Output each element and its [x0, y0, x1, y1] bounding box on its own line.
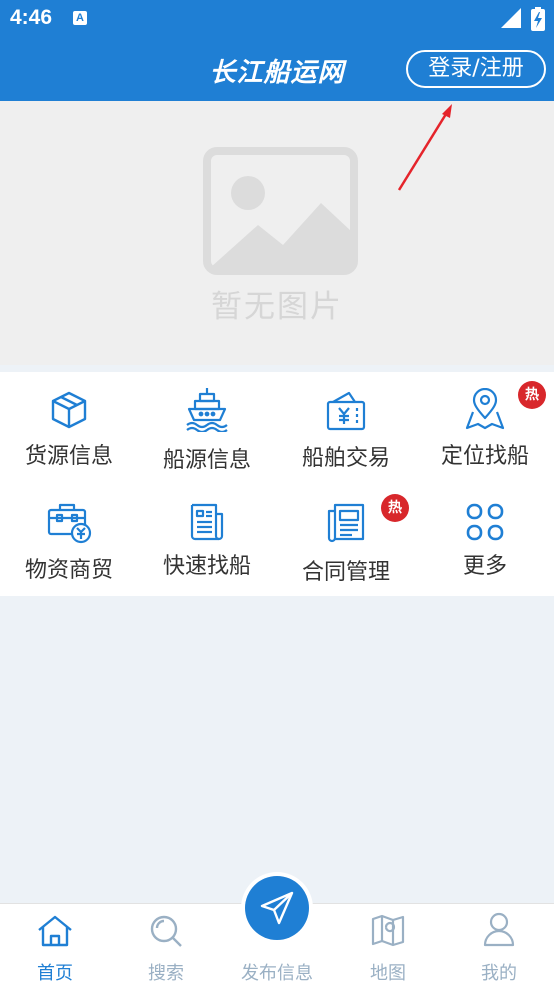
status-time: 4:46 — [10, 6, 53, 29]
nav-item-map[interactable]: 地图 — [333, 904, 443, 984]
map-icon — [371, 914, 405, 947]
home-icon — [38, 915, 72, 947]
yen-wallet-icon — [326, 391, 366, 431]
nav-label-home: 首页 — [37, 963, 73, 984]
hot-badge: 热 — [518, 381, 546, 409]
menu-label-material-trade: 物资商贸 — [24, 558, 113, 583]
publish-button[interactable] — [245, 876, 309, 940]
search-icon — [150, 915, 182, 947]
menu-item-material-trade[interactable]: 物资商贸 — [0, 492, 138, 602]
notification-a-icon: A — [73, 11, 87, 25]
menu-item-more[interactable]: 更多 — [416, 492, 554, 602]
menu-label-cargo: 货源信息 — [24, 444, 113, 469]
status-bar: 4:46 A — [0, 0, 554, 38]
hot-badge: 热 — [381, 494, 409, 522]
menu-item-ship-trade[interactable]: 船舶交易 — [277, 380, 415, 490]
battery-charging-icon — [531, 7, 545, 31]
contract-icon — [327, 503, 365, 543]
feature-menu: 货源信息 船源信息 船舶交易 定位找船 热 物资商贸 快速找船 合同管理 热 更… — [0, 372, 554, 596]
no-image-text: 暂无图片 — [211, 289, 343, 325]
map-pin-icon — [465, 388, 505, 430]
menu-label-ship-trade: 船舶交易 — [301, 446, 390, 471]
menu-label-quick-find: 快速找船 — [162, 554, 251, 579]
menu-label-contract: 合同管理 — [301, 560, 390, 585]
menu-label-locate-ship: 定位找船 — [440, 444, 529, 469]
menu-item-cargo[interactable]: 货源信息 — [0, 380, 138, 490]
nav-item-search[interactable]: 搜索 — [111, 904, 221, 984]
paper-plane-icon — [260, 891, 294, 925]
nav-label-map: 地图 — [370, 963, 406, 984]
menu-item-quick-find[interactable]: 快速找船 — [138, 492, 276, 602]
nav-label-search: 搜索 — [148, 963, 184, 984]
cargo-box-icon — [51, 391, 87, 429]
nav-label-publish: 发布信息 — [241, 963, 313, 984]
ship-icon — [186, 388, 228, 432]
banner-area[interactable]: 暂无图片 — [0, 101, 554, 365]
nav-item-mine[interactable]: 我的 — [444, 904, 554, 984]
document-list-icon — [190, 503, 224, 541]
trade-briefcase-icon — [47, 503, 92, 544]
nav-label-mine: 我的 — [481, 963, 517, 984]
login-register-button[interactable]: 登录/注册 — [406, 50, 546, 88]
menu-label-ship-source: 船源信息 — [162, 448, 251, 473]
app-header: 长江船运网 登录/注册 — [0, 38, 554, 101]
menu-item-ship-source[interactable]: 船源信息 — [138, 380, 276, 490]
image-placeholder-icon — [203, 147, 358, 275]
user-icon — [483, 912, 515, 947]
nav-item-home[interactable]: 首页 — [0, 904, 110, 984]
grid-more-icon — [466, 503, 504, 541]
signal-icon — [501, 8, 521, 28]
menu-label-more: 更多 — [462, 554, 507, 579]
